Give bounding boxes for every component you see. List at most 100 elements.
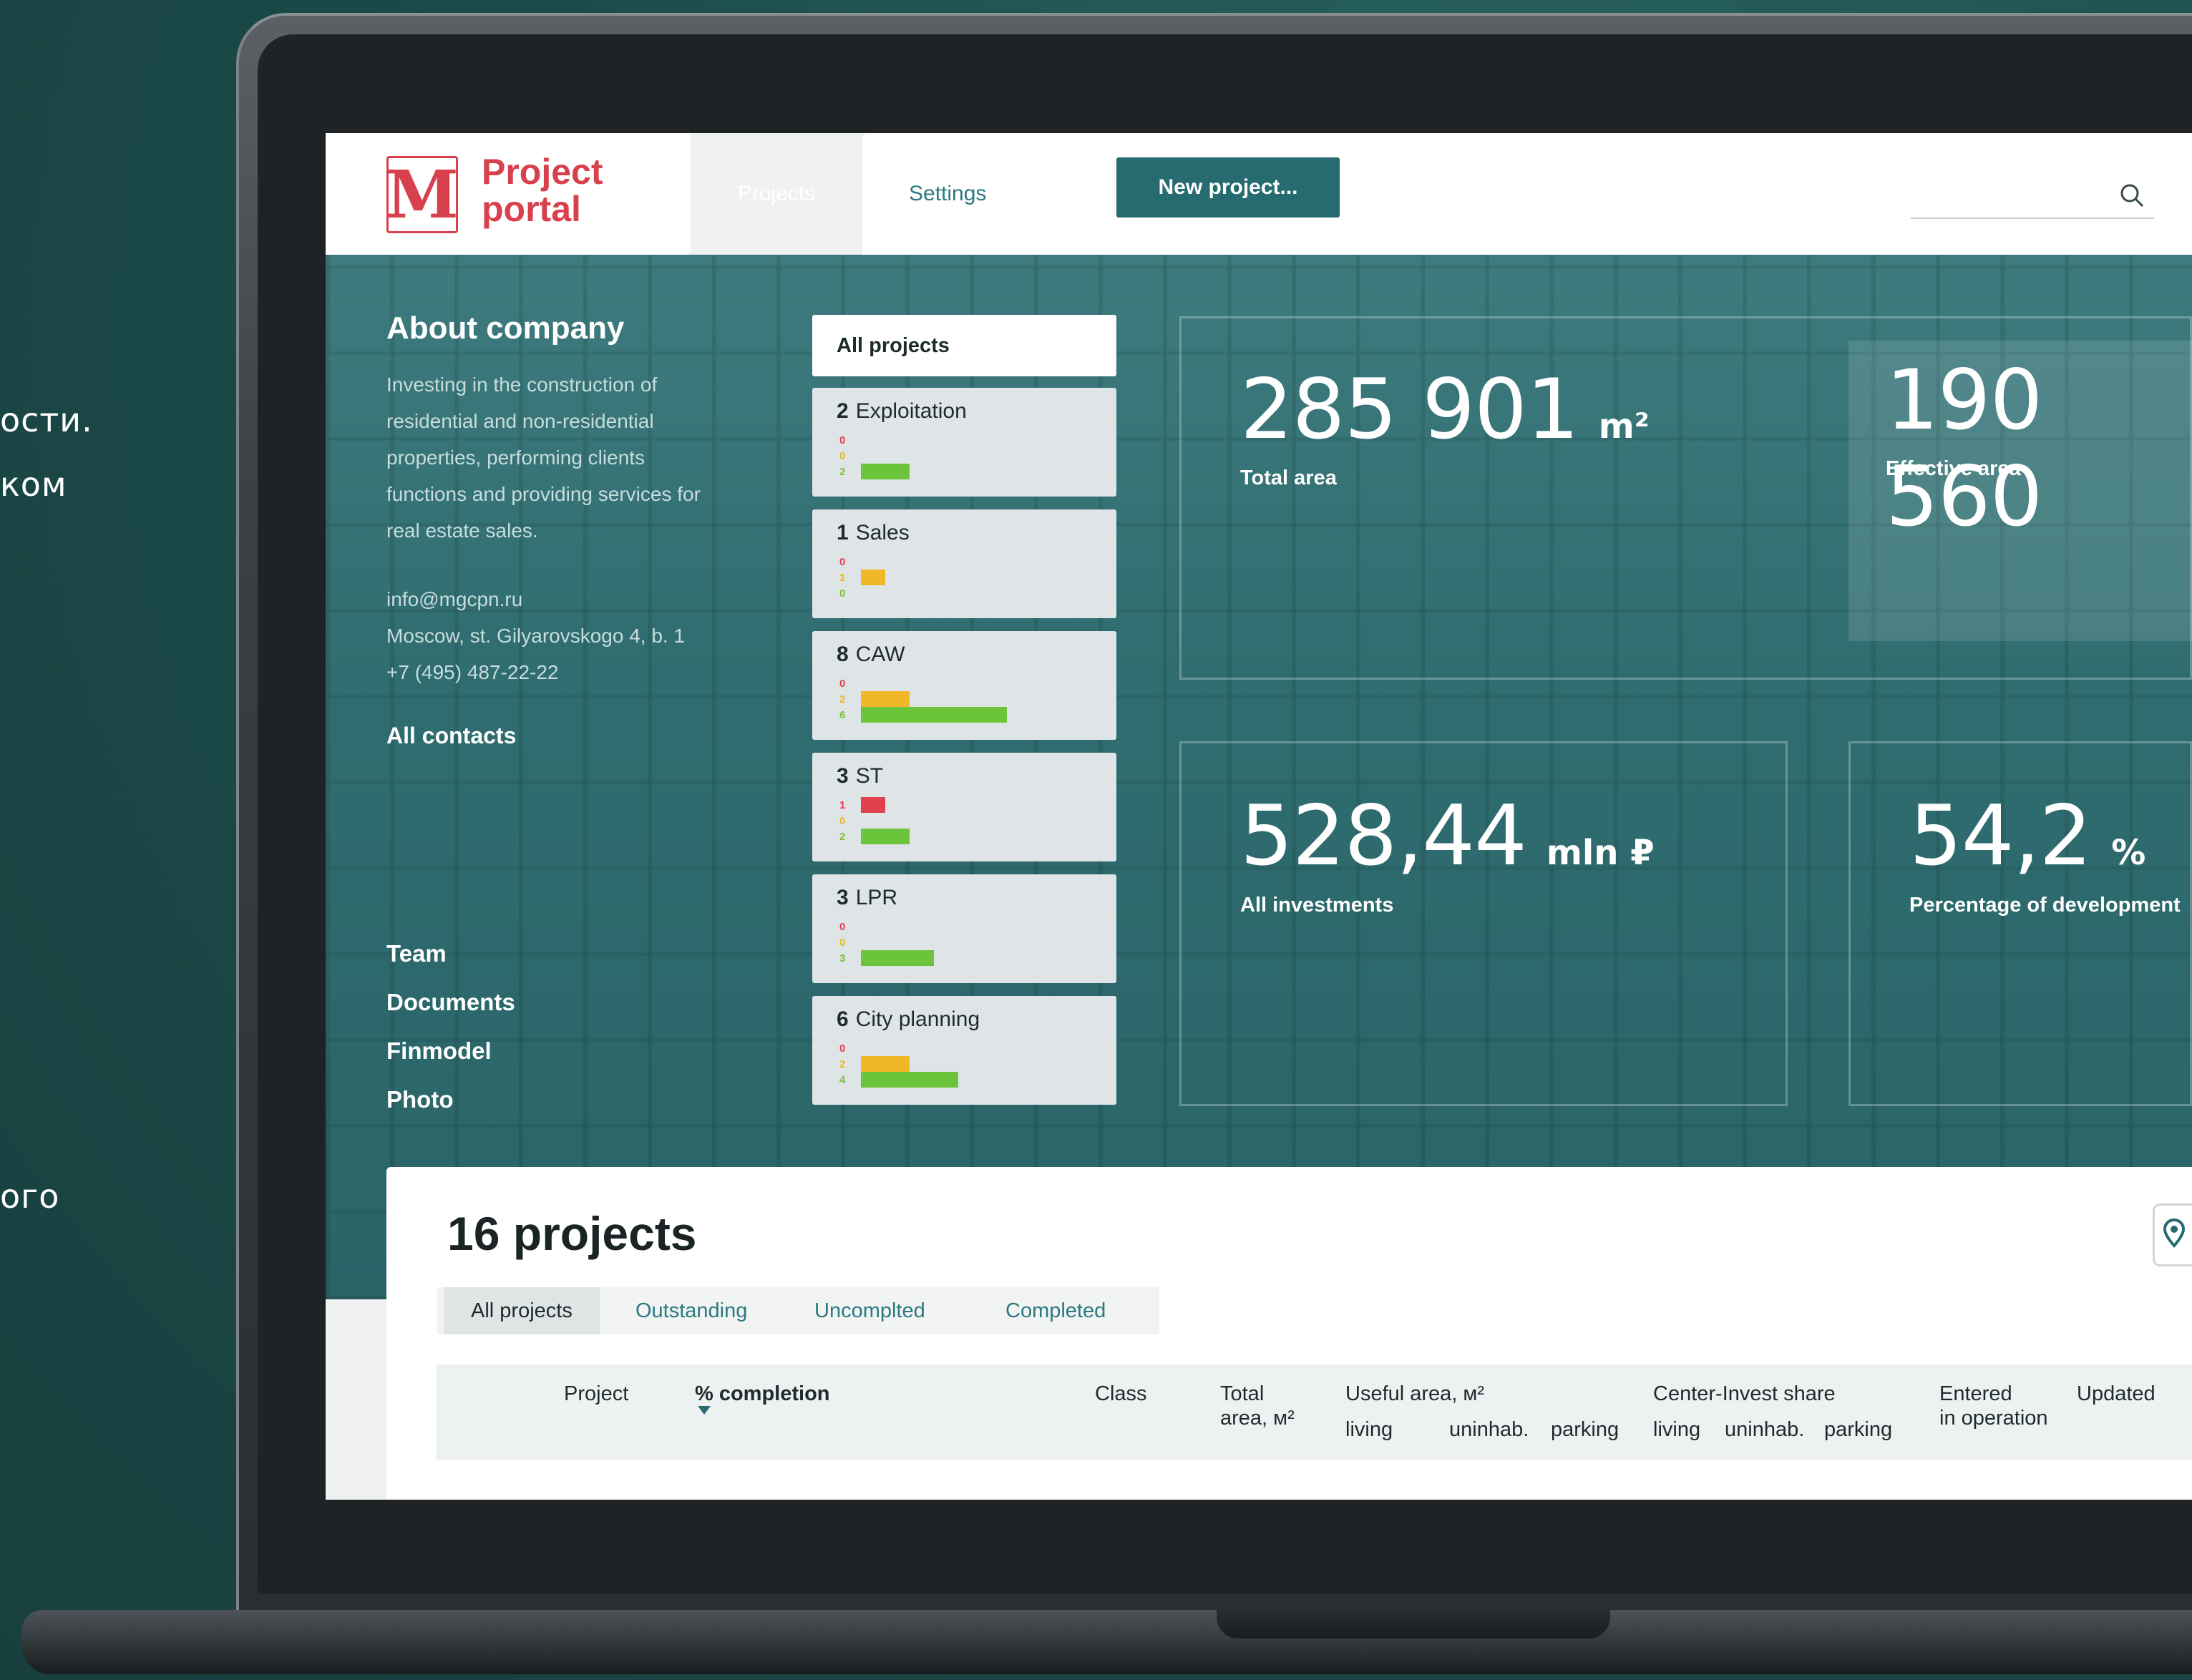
project-group-card[interactable]: 3 LPR 0 0 3: [812, 874, 1116, 983]
all-contacts-link[interactable]: All contacts: [386, 723, 516, 749]
col-project[interactable]: Project: [564, 1382, 628, 1406]
contact-email[interactable]: info@mgcpn.ru: [386, 588, 522, 611]
project-group-count: 1: [837, 521, 849, 544]
project-group-card[interactable]: 1 Sales 0 1 0: [812, 509, 1116, 618]
status-row-green: 2: [839, 464, 910, 479]
development-value: 54,2%: [1909, 788, 2145, 884]
status-count-green: 3: [839, 952, 846, 964]
col-entered[interactable]: Entered in operation: [1939, 1382, 2048, 1430]
status-bar-yellow: [861, 570, 885, 585]
status-count-green: 4: [839, 1073, 846, 1086]
filter-completed[interactable]: Completed: [1005, 1287, 1106, 1334]
project-group-title: 6 City planning: [837, 1007, 980, 1032]
status-count-green: 2: [839, 830, 846, 843]
development-number: 54,2: [1909, 788, 2092, 884]
status-row-red: 1: [839, 797, 885, 813]
finmodel-link[interactable]: Finmodel: [386, 1037, 492, 1065]
status-count-yellow: 1: [839, 571, 846, 584]
col-useful-uninhab[interactable]: uninhab.: [1449, 1417, 1529, 1442]
project-group-count: 3: [837, 764, 849, 788]
status-row-red: 0: [839, 920, 861, 933]
side-text-3: ого: [0, 1177, 60, 1216]
col-share-living[interactable]: living: [1653, 1417, 1700, 1442]
col-entered-line2: in operation: [1939, 1407, 2048, 1430]
map-view-button[interactable]: [2153, 1203, 2192, 1266]
table-header: Project % completion Class Total area, м…: [437, 1364, 2192, 1460]
project-group-title: 3 LPR: [837, 886, 897, 910]
col-entered-line1: Entered: [1939, 1382, 2012, 1405]
logo[interactable]: M Project portal: [326, 133, 691, 255]
status-bar-green: [861, 707, 1007, 723]
documents-link[interactable]: Documents: [386, 989, 515, 1016]
col-useful-parking[interactable]: parking: [1551, 1417, 1619, 1442]
laptop-notch: [1217, 1610, 1610, 1639]
status-count-green: 6: [839, 708, 846, 721]
col-completion-label: % completion: [695, 1382, 830, 1405]
status-row-red: 0: [839, 677, 861, 690]
col-total-area-line1: Total: [1220, 1382, 1265, 1405]
development-card: 54,2% Percentage of development: [1848, 741, 2192, 1106]
project-group-card[interactable]: 6 City planning 0 2 4: [812, 996, 1116, 1105]
col-class[interactable]: Class: [1095, 1382, 1147, 1406]
status-count-yellow: 0: [839, 936, 846, 949]
all-projects-filter[interactable]: All projects: [812, 315, 1116, 376]
status-row-green: 3: [839, 950, 934, 966]
col-share-parking[interactable]: parking: [1824, 1417, 1892, 1442]
project-group-card[interactable]: 8 CAW 0 2 6: [812, 631, 1116, 740]
logo-text: Project portal: [482, 153, 603, 228]
map-pin-icon: [2163, 1219, 2186, 1248]
tab-settings[interactable]: Settings: [862, 133, 1033, 255]
about-description: Investing in the construction of residen…: [386, 373, 701, 542]
project-group-name: ST: [855, 764, 884, 788]
filter-uncompleted[interactable]: Uncomplted: [814, 1287, 925, 1334]
status-count-yellow: 0: [839, 814, 846, 827]
project-group-name: LPR: [855, 886, 898, 909]
status-count-green: 0: [839, 587, 846, 600]
about-title: About company: [386, 311, 625, 346]
investments-number: 528,44: [1240, 788, 1527, 884]
status-row-yellow: 2: [839, 1056, 910, 1072]
tab-projects[interactable]: Projects: [691, 133, 862, 255]
contact-phone[interactable]: +7 (495) 487-22-22: [386, 661, 559, 684]
status-count-green: 2: [839, 465, 846, 478]
logo-text-line2: portal: [482, 189, 581, 229]
col-total-area[interactable]: Total area, м²: [1220, 1382, 1295, 1430]
project-group-name: City planning: [855, 1007, 980, 1031]
effective-area-label: Effective area: [1886, 457, 2021, 480]
search-input[interactable]: [1911, 176, 2111, 216]
status-count-red: 0: [839, 1042, 846, 1055]
project-group-title: 8 CAW: [837, 643, 905, 667]
col-completion[interactable]: % completion: [695, 1382, 830, 1415]
project-group-count: 6: [837, 1007, 849, 1031]
investments-unit: mln ₽: [1546, 833, 1655, 873]
status-row-red: 0: [839, 1042, 861, 1055]
development-label: Percentage of development: [1909, 894, 2181, 917]
project-group-card[interactable]: 2 Exploitation 0 0 2: [812, 388, 1116, 497]
filter-all-projects[interactable]: All projects: [444, 1287, 600, 1334]
total-area-label: Total area: [1240, 467, 1337, 489]
col-updated[interactable]: Updated: [2077, 1382, 2156, 1406]
project-group-title: 3 ST: [837, 764, 883, 788]
development-unit: %: [2111, 833, 2146, 873]
project-group-title: 2 Exploitation: [837, 399, 967, 424]
search-icon[interactable]: [2118, 182, 2147, 214]
col-total-area-line2: area, м²: [1220, 1407, 1295, 1430]
col-share-uninhab[interactable]: uninhab.: [1725, 1417, 1804, 1442]
new-project-button[interactable]: New project...: [1116, 157, 1340, 218]
investments-value: 528,44 mln ₽: [1240, 788, 1655, 884]
status-row-yellow: 0: [839, 814, 861, 827]
team-link[interactable]: Team: [386, 940, 447, 967]
effective-area-card: 190 560 Effective area: [1848, 341, 2192, 641]
col-useful-living[interactable]: living: [1345, 1417, 1393, 1442]
col-center-share: Center-Invest share: [1653, 1382, 1836, 1405]
total-area-value: 285 901 m²: [1240, 361, 1650, 458]
photo-link[interactable]: Photo: [386, 1086, 453, 1113]
sort-desc-icon: [698, 1406, 711, 1415]
project-group-count: 3: [837, 886, 849, 909]
investments-label: All investments: [1240, 894, 1394, 917]
project-group-card[interactable]: 3 ST 1 0 2: [812, 753, 1116, 861]
status-count-yellow: 0: [839, 449, 846, 462]
status-count-red: 0: [839, 677, 846, 690]
filter-outstanding[interactable]: Outstanding: [635, 1287, 747, 1334]
status-filter-bar: All projects Outstanding Uncomplted Comp…: [437, 1287, 1159, 1334]
